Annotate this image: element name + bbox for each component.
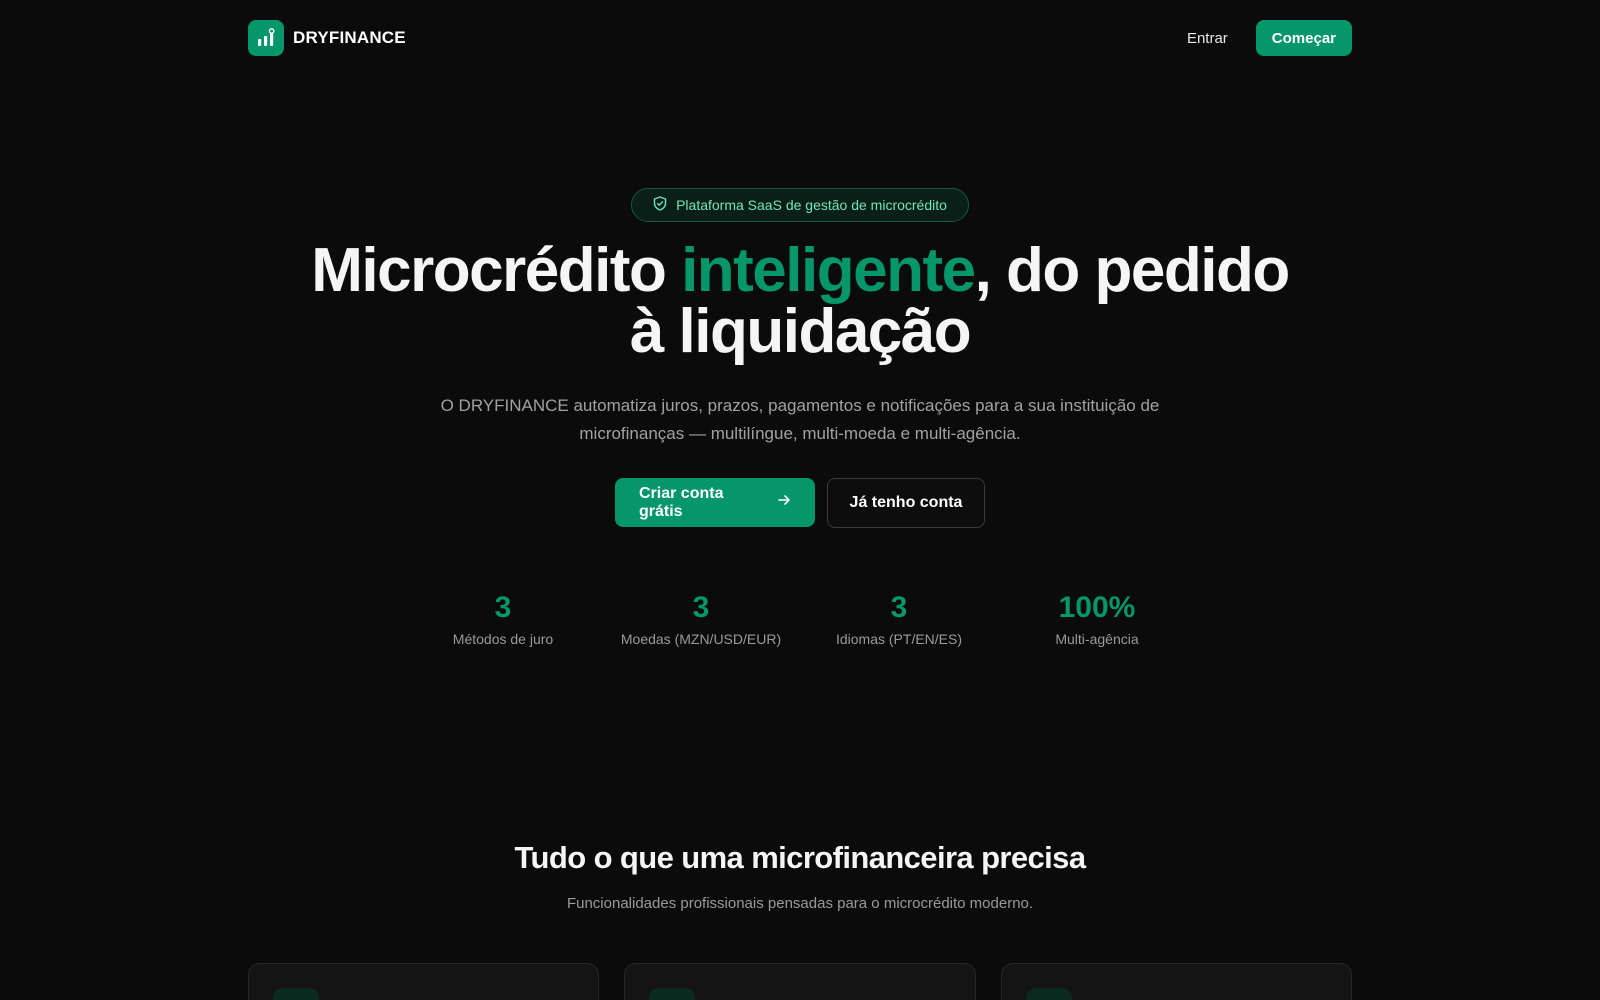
stat-value: 3: [890, 591, 908, 624]
features-subtitle: Funcionalidades profissionais pensadas p…: [566, 895, 1034, 912]
stat-item: 3 Idiomas (PT/EN/ES): [800, 590, 998, 647]
feature-card: [1000, 963, 1352, 1000]
platform-badge: Plataforma SaaS de gestão de microcrédit…: [631, 188, 969, 222]
stat-label: Moedas (MZN/USD/EUR): [620, 631, 782, 647]
feature-icon: [649, 988, 696, 1000]
hero-subtitle: O DRYFINANCE automatiza juros, prazos, p…: [440, 396, 1160, 443]
shield-check-icon: [653, 196, 667, 214]
stat-value: 3: [494, 591, 512, 624]
bar-chart-icon: [248, 20, 284, 56]
stat-label: Multi-agência: [1055, 631, 1139, 647]
create-account-label: Criar conta grátis: [639, 484, 724, 520]
hero-title: Microcrédito inteligente, do pedido à li…: [300, 240, 1300, 363]
feature-card: [248, 963, 600, 1000]
login-link[interactable]: Entrar: [1187, 30, 1228, 47]
feature-icon: [273, 988, 319, 1000]
arrow-right-icon: [777, 493, 791, 512]
stat-item: 100% Multi-agência: [998, 590, 1196, 647]
stat-label: Idiomas (PT/EN/ES): [835, 631, 963, 647]
hero-title-accent: inteligente: [681, 236, 976, 305]
stat-item: 3 Métodos de juro: [404, 590, 602, 647]
stat-label: Métodos de juro: [452, 631, 554, 647]
stat-item: 3 Moedas (MZN/USD/EUR): [602, 590, 800, 647]
nav-actions: Entrar Começar: [1187, 20, 1352, 56]
feature-card: [624, 963, 976, 1000]
hero-title-part1: Microcrédito: [311, 236, 682, 305]
top-navbar: DRYFINANCE Entrar Começar: [248, 20, 1352, 56]
badge-text: Plataforma SaaS de gestão de microcrédit…: [676, 197, 947, 213]
feature-icon: [1025, 988, 1072, 1000]
hero-cta-row: Criar conta grátis Já tenho conta: [0, 478, 1600, 528]
have-account-button[interactable]: Já tenho conta: [827, 478, 985, 528]
stat-value: 100%: [1058, 591, 1136, 624]
features-title: Tudo o que uma microfinanceira precisa: [514, 840, 1087, 875]
brand[interactable]: DRYFINANCE: [248, 20, 406, 56]
stats-row: 3 Métodos de juro 3 Moedas (MZN/USD/EUR)…: [404, 590, 1196, 647]
create-account-button[interactable]: Criar conta grátis: [615, 478, 815, 527]
start-button[interactable]: Começar: [1255, 20, 1352, 56]
stat-value: 3: [692, 591, 710, 624]
brand-name: DRYFINANCE: [293, 28, 406, 47]
feature-cards: [248, 963, 1352, 1000]
